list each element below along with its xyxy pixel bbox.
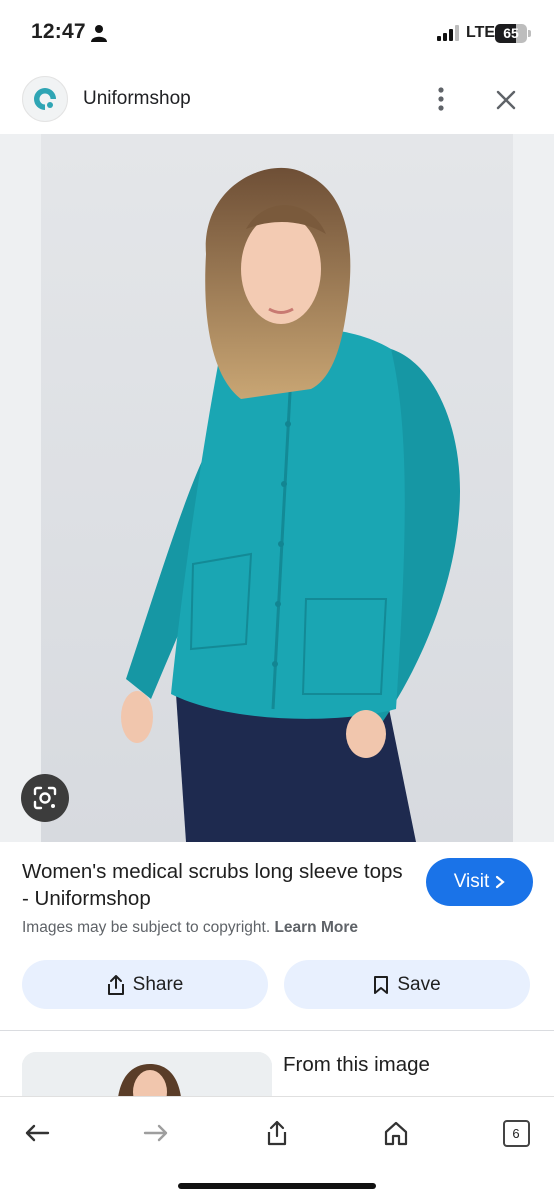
save-button[interactable]: Save xyxy=(284,960,530,1009)
browser-toolbar: 6 xyxy=(0,1096,554,1200)
copyright-notice: Images may be subject to copyright. Lear… xyxy=(22,919,358,937)
home-indicator[interactable] xyxy=(178,1183,376,1189)
home-icon xyxy=(384,1121,408,1146)
learn-more-link[interactable]: Learn More xyxy=(274,919,358,936)
visit-button[interactable]: Visit xyxy=(426,858,533,906)
status-bar: 12:47 LTE 65 xyxy=(0,0,554,66)
network-label: LTE xyxy=(466,24,496,41)
tab-count: 6 xyxy=(512,1125,520,1141)
tabs-button[interactable]: 6 xyxy=(494,1111,538,1155)
forward-arrow-icon xyxy=(143,1124,168,1142)
signal-icon xyxy=(437,25,459,41)
result-title[interactable]: Women's medical scrubs long sleeve tops … xyxy=(22,858,412,912)
product-photo[interactable] xyxy=(41,134,513,842)
from-this-image-heading: From this image xyxy=(283,1053,430,1076)
tabs-icon: 6 xyxy=(502,1119,530,1147)
share-icon xyxy=(267,1120,287,1146)
bookmark-icon xyxy=(374,975,389,994)
toolbar-share-button[interactable] xyxy=(255,1111,299,1155)
google-lens-icon[interactable] xyxy=(21,774,69,822)
person-icon xyxy=(91,25,107,42)
forward-button[interactable] xyxy=(134,1111,178,1155)
chevron-right-icon xyxy=(496,875,505,889)
battery-icon: 65 xyxy=(495,24,531,43)
close-icon[interactable] xyxy=(492,86,520,114)
visit-label: Visit xyxy=(453,871,490,892)
site-name[interactable]: Uniformshop xyxy=(83,88,191,110)
save-label: Save xyxy=(397,973,441,995)
source-header: Uniformshop xyxy=(0,72,554,126)
uniformshop-logo[interactable] xyxy=(22,76,68,122)
share-icon xyxy=(107,974,124,995)
back-button[interactable] xyxy=(15,1111,59,1155)
share-label: Share xyxy=(132,973,184,995)
status-time: 12:47 xyxy=(31,20,86,43)
more-vertical-icon[interactable] xyxy=(430,84,452,114)
image-viewer[interactable] xyxy=(0,134,554,842)
battery-level: 65 xyxy=(503,25,519,41)
home-button[interactable] xyxy=(374,1111,418,1155)
copyright-text: Images may be subject to copyright. xyxy=(22,919,271,936)
share-button[interactable]: Share xyxy=(22,960,268,1009)
divider xyxy=(0,1030,554,1031)
back-arrow-icon xyxy=(25,1124,50,1142)
